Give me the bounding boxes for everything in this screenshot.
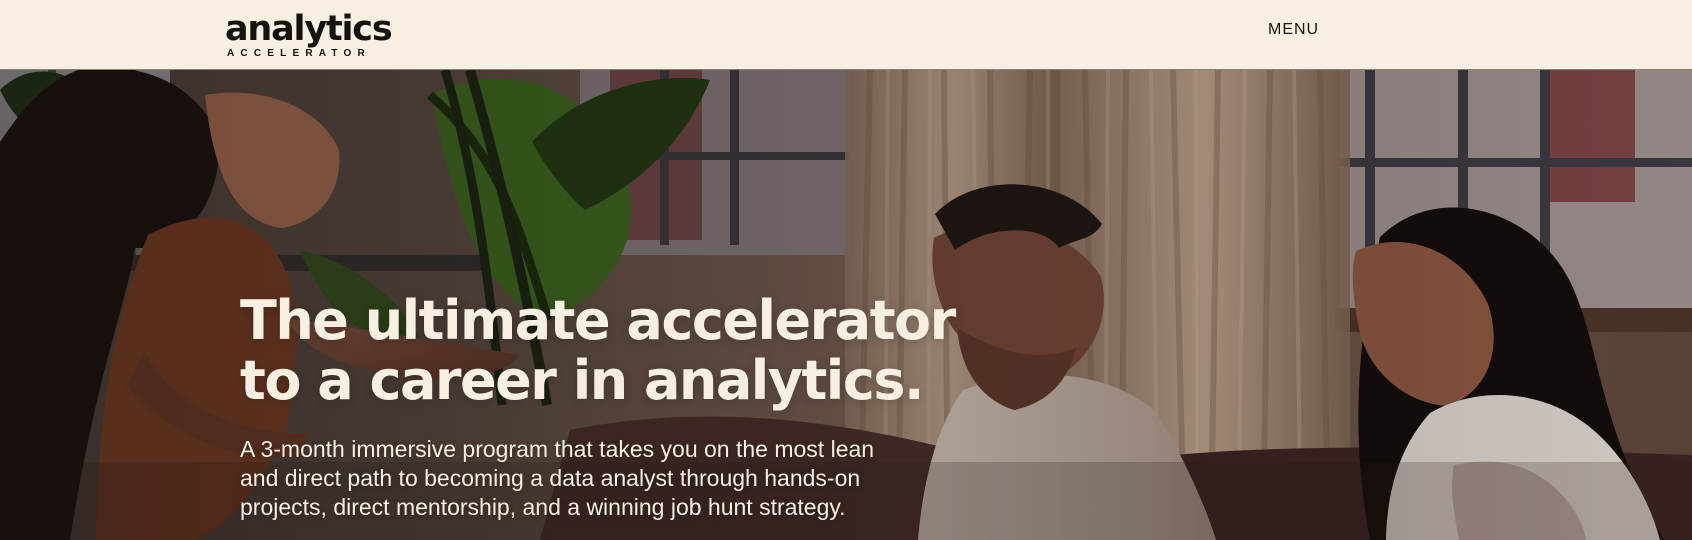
logo-subtitle: ACCELERATOR bbox=[227, 48, 371, 59]
hero-headline: The ultimate accelerator to a career in … bbox=[240, 291, 1000, 411]
hero-section: The ultimate accelerator to a career in … bbox=[0, 70, 1692, 540]
hero-description-line-3: projects, direct mentorship, and a winni… bbox=[240, 494, 846, 520]
analytics-accelerator-logo[interactable]: analytics ACCELERATOR bbox=[225, 9, 395, 62]
hero-description-line-2: and direct path to becoming a data analy… bbox=[240, 465, 861, 491]
logo-wordmark: analytics bbox=[225, 9, 393, 49]
hero-description-line-1: A 3-month immersive program that takes y… bbox=[240, 436, 875, 462]
hero-headline-line-1: The ultimate accelerator bbox=[240, 289, 956, 352]
site-header: analytics ACCELERATOR MENU bbox=[0, 0, 1692, 70]
hero-headline-line-2: to a career in analytics. bbox=[240, 349, 924, 412]
menu-button[interactable]: MENU bbox=[1268, 20, 1319, 40]
hero-description: A 3-month immersive program that takes y… bbox=[240, 435, 1000, 522]
